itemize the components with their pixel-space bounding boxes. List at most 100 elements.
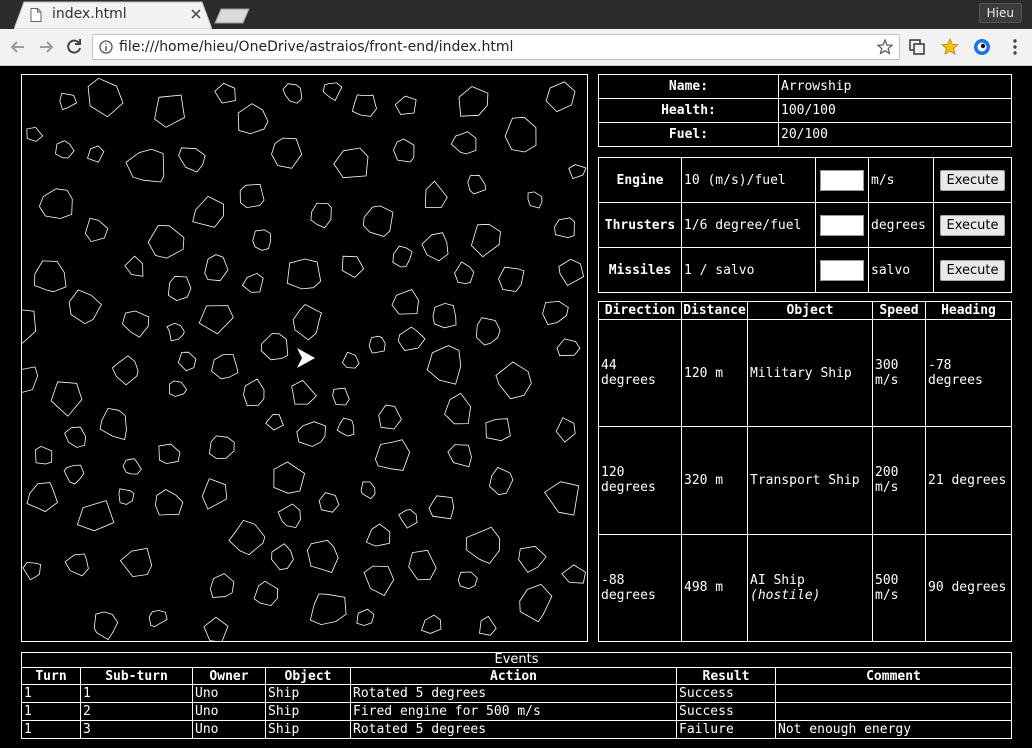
event-subturn: 1 (80, 684, 193, 703)
asteroid (203, 616, 229, 641)
eye-extension-icon[interactable] (973, 38, 991, 56)
asteroid (341, 351, 360, 369)
engine-input[interactable] (820, 169, 864, 191)
asteroid (22, 309, 37, 345)
bookmark-star-icon[interactable] (877, 39, 893, 55)
asteroid (273, 461, 306, 494)
event-result: Success (676, 684, 776, 703)
asteroid (154, 489, 184, 516)
asteroid (64, 553, 89, 577)
asteroid (309, 593, 347, 626)
asteroid (148, 609, 168, 628)
asteroid (34, 445, 53, 465)
contact-heading: -78 degrees (925, 318, 1012, 428)
thrusters-rate: 1/6 degree/fuel (681, 202, 816, 248)
event-turn: 1 (21, 684, 81, 703)
table-row[interactable]: 120 degrees 320 m Transport Ship 200 m/s… (598, 426, 1012, 535)
missiles-execute-button[interactable]: Execute (940, 259, 1005, 281)
game-canvas[interactable] (21, 74, 588, 642)
asteroid (26, 482, 58, 513)
asteroid (166, 322, 185, 342)
events-header-row: Turn Sub-turn Owner Object Action Result… (21, 667, 1012, 685)
asteroid (55, 140, 75, 159)
address-bar[interactable]: file:///home/hieu/OneDrive/astraios/fron… (92, 34, 900, 60)
table-row[interactable]: 1 1 Uno Ship Rotated 5 degrees Success (21, 684, 1012, 703)
table-row[interactable]: 1 3 Uno Ship Rotated 5 degrees Failure N… (21, 720, 1012, 739)
asteroid (59, 92, 78, 111)
thrusters-execute-button[interactable]: Execute (940, 214, 1005, 236)
asteroid (356, 608, 375, 626)
asteroid (239, 183, 265, 209)
asteroid (99, 407, 127, 441)
back-arrow-icon[interactable] (8, 37, 28, 57)
asteroid (488, 466, 514, 496)
contact-distance: 320 m (681, 426, 748, 535)
asteroid (420, 614, 442, 634)
ship-health-row: Health: 100/100 (598, 98, 1012, 123)
menu-dots-icon[interactable] (1006, 38, 1024, 56)
event-subturn: 3 (80, 720, 193, 739)
contact-heading: 90 degrees (925, 533, 1012, 643)
asteroid (277, 503, 301, 529)
asteroid (458, 86, 489, 117)
close-icon[interactable] (189, 7, 203, 21)
star-extension-icon[interactable] (941, 38, 959, 56)
contact-object-name: Military Ship (750, 365, 852, 381)
events-header-action: Action (350, 667, 677, 685)
contact-object: Military Ship (747, 318, 873, 428)
contact-heading: 21 degrees (925, 426, 1012, 535)
asteroid (93, 611, 119, 641)
engine-unit: m/s (868, 157, 934, 203)
window-copy-icon[interactable] (908, 38, 926, 56)
asteroid (34, 260, 67, 293)
asteroid-field (22, 77, 587, 641)
table-row[interactable]: -88 degrees 498 m AI Ship (hostile) 500 m… (598, 533, 1012, 643)
ship-name-row: Name: Arrowship (598, 74, 1012, 99)
event-action: Rotated 5 degrees (350, 720, 677, 739)
engine-execute-button[interactable]: Execute (940, 169, 1005, 191)
asteroid (393, 138, 415, 163)
info-icon[interactable] (99, 40, 113, 54)
thrusters-input-cell (815, 202, 869, 248)
contact-object: Transport Ship (747, 426, 873, 535)
asteroid (318, 492, 340, 513)
asteroid (398, 509, 418, 529)
asteroid (351, 94, 377, 117)
engine-label: Engine (598, 157, 682, 203)
asteroid (454, 261, 475, 285)
table-row[interactable]: 1 2 Uno Ship Fired engine for 500 m/s Su… (21, 702, 1012, 721)
new-tab-button[interactable] (214, 8, 250, 24)
asteroid (198, 305, 234, 335)
asteroid (228, 519, 266, 556)
missiles-rate: 1 / salvo (681, 247, 816, 293)
ship-fuel-value: 20/100 (778, 122, 1012, 147)
event-result: Success (676, 702, 776, 721)
asteroid (310, 202, 332, 229)
thrusters-unit: degrees (868, 202, 934, 248)
asteroid (555, 417, 576, 443)
asteroid (118, 488, 135, 505)
asteroid (518, 545, 547, 573)
reload-icon[interactable] (64, 37, 84, 57)
ship-info-table: Name: Arrowship Health: 100/100 Fuel: 20… (598, 74, 1012, 147)
thrusters-input[interactable] (820, 214, 864, 236)
profile-button[interactable]: Hieu (978, 3, 1022, 23)
url-text[interactable]: file:///home/hieu/OneDrive/astraios/fron… (119, 39, 513, 55)
radar-table: Direction Distance Object Speed Heading … (598, 301, 1012, 643)
asteroid (568, 164, 587, 180)
forward-arrow-icon[interactable] (36, 37, 56, 57)
asteroid (336, 417, 355, 437)
tab-index-html[interactable]: index.html (14, 1, 212, 29)
missiles-input[interactable] (820, 259, 864, 281)
event-object: Ship (265, 702, 351, 721)
asteroid (214, 82, 236, 104)
thrusters-label: Thrusters (598, 202, 682, 248)
player-ship-icon[interactable] (297, 348, 315, 368)
event-object: Ship (265, 720, 351, 739)
asteroid (204, 254, 229, 282)
asteroid (178, 147, 206, 173)
contact-object-note: (hostile) (750, 587, 821, 603)
table-row[interactable]: 44 degrees 120 m Military Ship 300 m/s -… (598, 318, 1012, 428)
asteroid (467, 174, 487, 195)
engine-input-cell (815, 157, 869, 203)
